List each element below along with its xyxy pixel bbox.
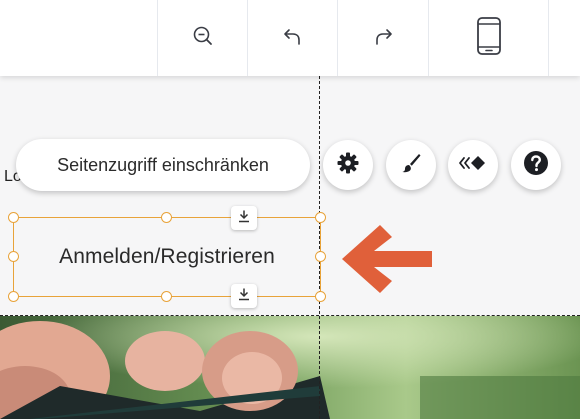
arrow-left-icon <box>340 222 434 301</box>
tooltip-label: Seitenzugriff einschränken <box>57 154 269 175</box>
background-photo <box>0 316 580 419</box>
gear-icon <box>336 151 360 180</box>
login-register-label: Anmelden/Registrieren <box>59 245 275 268</box>
resize-handle-top-left[interactable] <box>8 212 19 223</box>
horizontal-guide-line <box>0 315 580 316</box>
undo-button[interactable] <box>248 0 337 76</box>
zoom-out-icon <box>191 24 215 53</box>
resize-handle-bottom-left[interactable] <box>8 291 19 302</box>
login-register-element[interactable]: Anmelden/Registrieren <box>13 217 321 297</box>
resize-handle-right[interactable] <box>315 251 326 262</box>
toolbar-divider <box>548 0 549 76</box>
design-button[interactable] <box>386 140 436 190</box>
resize-handle-top-right[interactable] <box>315 212 326 223</box>
animation-icon <box>458 151 488 180</box>
stretch-bottom-button[interactable] <box>231 284 257 308</box>
undo-icon <box>281 24 305 53</box>
download-icon <box>237 209 251 228</box>
resize-handle-bottom[interactable] <box>161 291 172 302</box>
resize-handle-bottom-right[interactable] <box>315 291 326 302</box>
editor-toolbar <box>0 0 580 76</box>
animation-button[interactable] <box>448 140 498 190</box>
resize-handle-left[interactable] <box>8 251 19 262</box>
redo-icon <box>371 24 395 53</box>
restrict-page-access-tooltip[interactable]: Seitenzugriff einschränken <box>16 139 310 191</box>
mobile-device-icon <box>475 16 503 61</box>
help-button[interactable] <box>511 140 561 190</box>
zoom-out-button[interactable] <box>158 0 247 76</box>
resize-handle-top[interactable] <box>161 212 172 223</box>
settings-button[interactable] <box>323 140 373 190</box>
redo-button[interactable] <box>338 0 428 76</box>
download-icon <box>237 287 251 306</box>
stretch-top-button[interactable] <box>231 206 257 230</box>
mobile-view-button[interactable] <box>429 0 548 76</box>
paintbrush-icon <box>399 151 423 180</box>
question-icon <box>523 150 549 181</box>
